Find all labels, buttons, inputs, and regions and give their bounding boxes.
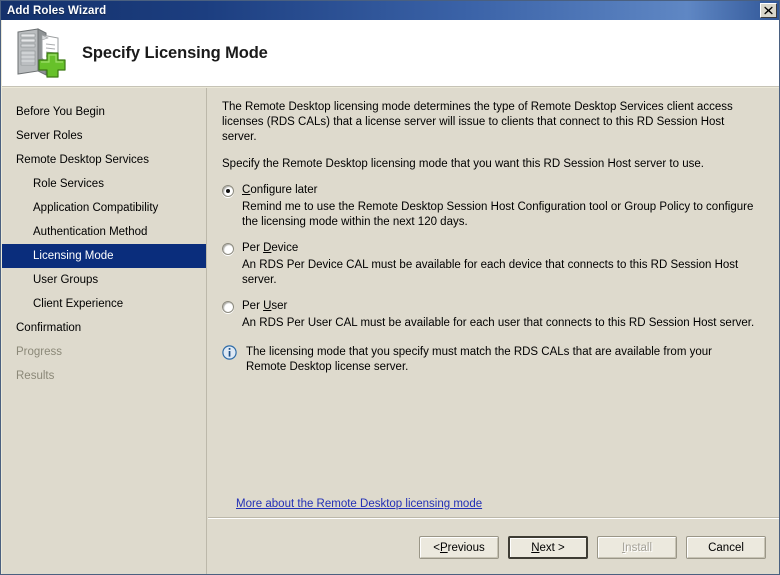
previous-button-label-after: revious [447, 541, 485, 554]
page-title: Specify Licensing Mode [82, 43, 268, 62]
previous-button-label-before: < [433, 541, 440, 554]
option-per-device-label-before: Per [242, 242, 264, 254]
next-button-label-after: ext > [539, 541, 565, 554]
sidebar-item-results: Results [16, 370, 55, 382]
sidebar-item-client-experience[interactable]: Client Experience [2, 292, 206, 316]
sidebar-item-confirmation[interactable]: Confirmation [2, 316, 206, 340]
option-per-user-description: An RDS Per User CAL must be available fo… [242, 317, 755, 329]
sidebar-item-role-services[interactable]: Role Services [2, 172, 206, 196]
option-per-user-label-after: ser [271, 300, 288, 312]
server-add-icon [12, 27, 70, 79]
licensing-info-note-text: The licensing mode that you specify must… [246, 346, 712, 373]
option-per-device-row[interactable]: Per Device [222, 242, 766, 255]
content-inner: The Remote Desktop licensing mode determ… [222, 100, 766, 518]
wizard-body: Before You Begin Server Roles Remote Des… [2, 88, 779, 574]
sidebar-item-server-roles[interactable]: Server Roles [2, 124, 206, 148]
sidebar-item-licensing-mode[interactable]: Licensing Mode [2, 244, 206, 268]
option-per-device-label: Per Device [242, 242, 298, 255]
wizard-buttons: < Previous Next > Install Cancel [419, 536, 766, 559]
option-per-device: Per Device An RDS Per Device CAL must be… [222, 242, 766, 288]
option-per-device-description: An RDS Per Device CAL must be available … [242, 259, 739, 286]
wizard-steps-sidebar: Before You Begin Server Roles Remote Des… [2, 88, 207, 574]
option-configure-later-label: Configure later [242, 184, 317, 197]
more-link-wrapper: More about the Remote Desktop licensing … [236, 498, 482, 510]
close-button[interactable] [760, 3, 777, 18]
title-bar: Add Roles Wizard [1, 1, 779, 20]
wizard-button-bar: < Previous Next > Install Cancel [208, 517, 779, 574]
licensing-info-note: The licensing mode that you specify must… [222, 345, 766, 375]
option-per-user-label-before: Per [242, 300, 264, 312]
sidebar-item-progress: Progress [16, 346, 63, 358]
intro-paragraph: The Remote Desktop licensing mode determ… [222, 101, 733, 143]
more-about-licensing-link[interactable]: More about the Remote Desktop licensing … [236, 498, 482, 510]
sidebar-item-remote-desktop-services[interactable]: Remote Desktop Services [2, 148, 206, 172]
sidebar-item-before-you-begin[interactable]: Before You Begin [2, 100, 206, 124]
next-button-accelerator: N [531, 541, 540, 554]
window-title: Add Roles Wizard [7, 4, 107, 17]
wizard-header: Specify Licensing Mode [2, 20, 779, 87]
option-per-user-row[interactable]: Per User [222, 300, 766, 313]
cancel-button[interactable]: Cancel [686, 536, 766, 559]
radio-configure-later[interactable] [222, 185, 234, 197]
option-configure-later-description: Remind me to use the Remote Desktop Sess… [242, 201, 754, 228]
sidebar-item-user-groups[interactable]: User Groups [2, 268, 206, 292]
licensing-mode-radio-group: Configure later Remind me to use the Rem… [222, 184, 766, 331]
option-configure-later-row[interactable]: Configure later [222, 184, 766, 197]
install-button: Install [597, 536, 677, 559]
radio-per-device[interactable] [222, 243, 234, 255]
instruction-paragraph: Specify the Remote Desktop licensing mod… [222, 158, 704, 170]
option-configure-later: Configure later Remind me to use the Rem… [222, 184, 766, 230]
install-button-label-after: nstall [625, 541, 653, 554]
option-per-user: Per User An RDS Per User CAL must be ava… [222, 300, 766, 331]
sidebar-item-authentication-method[interactable]: Authentication Method [2, 220, 206, 244]
previous-button-accelerator: P [439, 541, 448, 554]
close-icon [764, 6, 773, 15]
option-configure-later-label-after: onfigure later [250, 184, 318, 196]
next-button[interactable]: Next > [508, 536, 588, 559]
wizard-content-pane: The Remote Desktop licensing mode determ… [208, 88, 779, 574]
radio-per-user[interactable] [222, 301, 234, 313]
sidebar-item-application-compatibility[interactable]: Application Compatibility [2, 196, 206, 220]
previous-button[interactable]: < Previous [419, 536, 499, 559]
option-per-device-label-after: evice [271, 242, 299, 254]
info-icon [222, 345, 237, 360]
option-per-user-label: Per User [242, 300, 287, 313]
add-roles-wizard-window: Add Roles Wizard Specify Licensing Mode … [0, 0, 780, 575]
